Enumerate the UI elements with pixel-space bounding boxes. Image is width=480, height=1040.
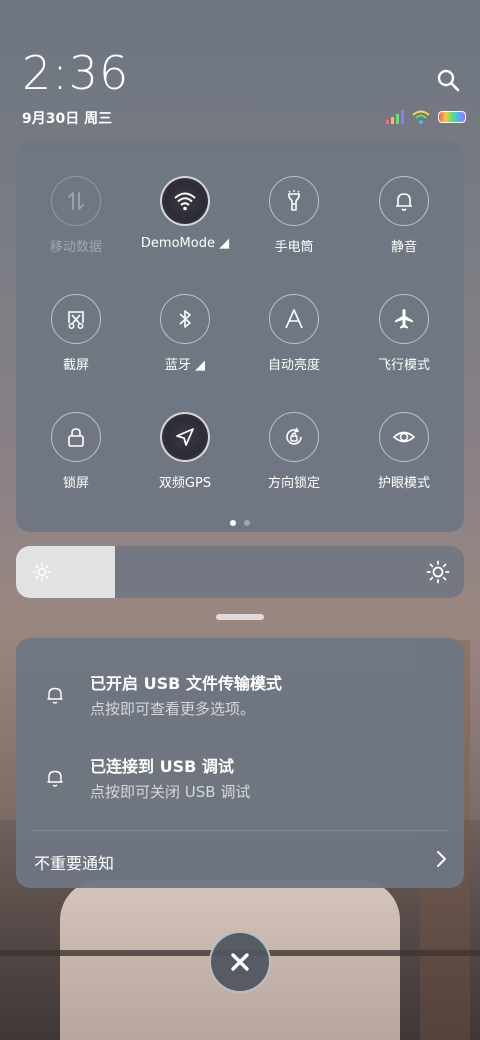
screenshot-toggle[interactable] <box>51 294 101 344</box>
airplane-icon <box>395 309 413 329</box>
notification-title: 已连接到 USB 调试 <box>90 757 234 776</box>
airplane-toggle[interactable] <box>379 294 429 344</box>
screenshot-icon <box>68 311 84 329</box>
notification-panel: 已开启 USB 文件传输模式 点按即可查看更多选项。 已连接到 USB 调试 点… <box>16 638 464 888</box>
bluetooth-toggle[interactable] <box>160 294 210 344</box>
close-icon <box>231 953 249 971</box>
tile-airplane[interactable]: 飞行模式 <box>348 294 460 373</box>
tile-mute[interactable]: 静音 <box>348 176 460 255</box>
signal-icon <box>386 110 404 124</box>
page-indicator <box>16 520 464 526</box>
tile-label: 飞行模式 <box>377 358 430 373</box>
brightness-level <box>16 546 115 598</box>
notification-subtitle: 点按即可关闭 USB 调试 <box>90 783 251 801</box>
sun-small-icon <box>32 562 52 582</box>
tile-label: 双频GPS <box>158 476 212 491</box>
tile-lock-screen[interactable]: 锁屏 <box>20 412 132 491</box>
tile-label: 蓝牙 ◢ <box>164 358 206 373</box>
status-icons <box>386 110 466 124</box>
quick-settings-panel: 移动数据 DemoMode ◢ 手电筒 静音 截屏 蓝牙 ◢ 自动亮度 飞行模式… <box>16 142 464 532</box>
tile-flashlight[interactable]: 手电筒 <box>238 176 350 255</box>
tile-label: 自动亮度 <box>267 358 320 373</box>
chevron-right-icon[interactable] <box>434 850 448 868</box>
auto-brightness-toggle[interactable] <box>269 294 319 344</box>
flashlight-icon <box>288 190 300 211</box>
tile-label: 静音 <box>390 240 417 255</box>
bell-icon <box>396 193 412 211</box>
notification-usb-transfer[interactable]: 已开启 USB 文件传输模式 点按即可查看更多选项。 <box>16 668 464 738</box>
eye-care-toggle[interactable] <box>379 412 429 462</box>
tile-auto-brightness[interactable]: 自动亮度 <box>238 294 350 373</box>
tile-label: 截屏 <box>62 358 89 373</box>
clock: 2:36 <box>22 46 130 100</box>
tile-mobile-data[interactable]: 移动数据 <box>20 176 132 255</box>
mobile-data-icon <box>68 192 84 210</box>
notification-bell-icon <box>47 770 63 787</box>
tile-screenshot[interactable]: 截屏 <box>20 294 132 373</box>
tile-label: DemoMode ◢ <box>140 236 230 251</box>
tile-eye-care[interactable]: 护眼模式 <box>348 412 460 491</box>
eye-icon <box>392 431 416 443</box>
tile-wifi[interactable]: DemoMode ◢ <box>129 176 241 251</box>
drag-handle[interactable] <box>216 614 264 620</box>
date: 9月30日 周三 <box>22 111 113 127</box>
page-dot-active <box>230 520 236 526</box>
notification-subtitle: 点按即可查看更多选项。 <box>90 700 256 718</box>
mute-toggle[interactable] <box>379 176 429 226</box>
notification-title: 已开启 USB 文件传输模式 <box>90 674 282 693</box>
location-icon <box>176 428 194 446</box>
gps-toggle[interactable] <box>160 412 210 462</box>
brightness-slider[interactable] <box>16 546 464 598</box>
flashlight-toggle[interactable] <box>269 176 319 226</box>
divider <box>32 830 448 831</box>
notification-bell-icon <box>47 687 63 704</box>
tile-label: 护眼模式 <box>377 476 430 491</box>
tile-gps[interactable]: 双频GPS <box>129 412 241 491</box>
battery-icon <box>438 111 466 123</box>
sun-large-icon <box>426 560 450 584</box>
auto-brightness-icon <box>285 309 303 329</box>
tile-label: 锁屏 <box>62 476 89 491</box>
mobile-data-toggle[interactable] <box>51 176 101 226</box>
rotation-lock-icon <box>286 427 302 445</box>
tile-bluetooth[interactable]: 蓝牙 ◢ <box>129 294 241 373</box>
page-dot <box>244 520 250 526</box>
lock-icon <box>68 428 84 447</box>
lock-screen-toggle[interactable] <box>51 412 101 462</box>
search-icon[interactable] <box>436 68 460 92</box>
tile-label: 手电筒 <box>274 240 314 255</box>
rotation-lock-toggle[interactable] <box>269 412 319 462</box>
tile-rotation-lock[interactable]: 方向锁定 <box>238 412 350 491</box>
less-important-notifications[interactable]: 不重要通知 <box>34 850 114 874</box>
bluetooth-icon <box>179 310 191 328</box>
clear-notifications-button[interactable] <box>209 931 271 993</box>
wifi-toggle[interactable] <box>160 176 210 226</box>
tile-label: 移动数据 <box>49 240 102 255</box>
wifi-icon <box>174 192 196 211</box>
notification-usb-debug[interactable]: 已连接到 USB 调试 点按即可关闭 USB 调试 <box>16 751 464 821</box>
wifi-status-icon <box>412 110 430 124</box>
tile-label: 方向锁定 <box>267 476 320 491</box>
